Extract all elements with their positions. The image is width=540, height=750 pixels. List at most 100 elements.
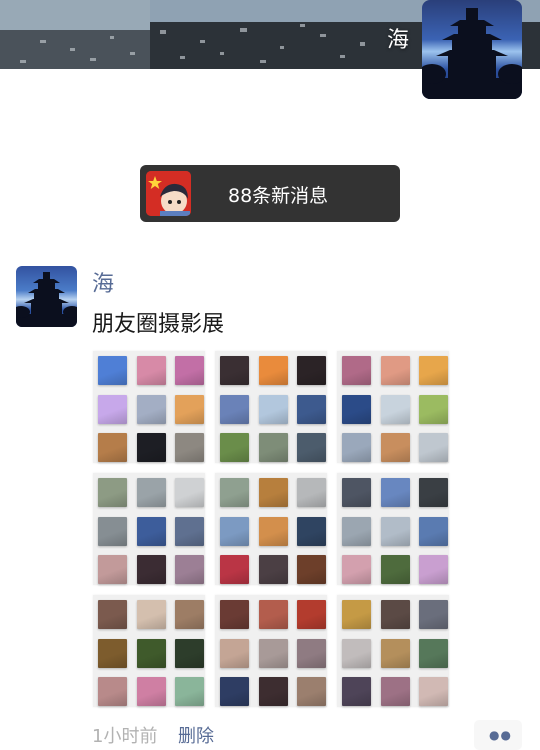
photo-thumbnail[interactable] [98, 638, 127, 668]
more-actions-button[interactable]: ●● [474, 720, 522, 750]
photo-thumbnail[interactable] [98, 677, 127, 706]
photo-thumbnail[interactable] [220, 356, 249, 385]
photo-thumbnail[interactable] [175, 555, 204, 584]
owner-avatar[interactable] [422, 0, 522, 99]
photo-thumbnail[interactable] [342, 394, 371, 424]
photo-thumbnail[interactable] [175, 478, 204, 507]
photo-thumbnail[interactable] [297, 677, 326, 706]
photo-thumbnail[interactable] [175, 516, 204, 546]
photo-thumbnail[interactable] [342, 433, 371, 462]
photo-thumbnail[interactable] [175, 356, 204, 385]
photo-thumbnail[interactable] [380, 555, 410, 584]
photo-thumbnail[interactable] [419, 394, 448, 424]
photo-thumbnail[interactable] [136, 433, 166, 462]
photo-thumbnail[interactable] [342, 555, 371, 584]
photo-thumbnail[interactable] [220, 555, 249, 584]
photo-thumbnail[interactable] [136, 356, 166, 385]
photo-grid-block[interactable] [93, 473, 205, 585]
photo-grid-block[interactable] [337, 473, 449, 585]
photo-thumbnail[interactable] [419, 356, 448, 385]
photo-thumbnail[interactable] [297, 638, 326, 668]
photo-thumbnail[interactable] [136, 478, 166, 507]
photo-thumbnail[interactable] [98, 478, 127, 507]
photo-thumbnail[interactable] [419, 677, 448, 706]
photo-thumbnail[interactable] [220, 638, 249, 668]
photo-thumbnail[interactable] [220, 516, 249, 546]
photo-thumbnail[interactable] [258, 555, 288, 584]
photo-thumbnail[interactable] [258, 478, 288, 507]
photo-thumbnail[interactable] [136, 638, 166, 668]
photo-thumbnail[interactable] [380, 638, 410, 668]
photo-thumbnail[interactable] [98, 394, 127, 424]
photo-thumbnail[interactable] [419, 600, 448, 629]
photo-thumbnail[interactable] [380, 433, 410, 462]
photo-thumbnail[interactable] [342, 516, 371, 546]
photo-thumbnail[interactable] [98, 516, 127, 546]
photo-thumbnail[interactable] [175, 433, 204, 462]
post-author-name[interactable]: 海 [92, 266, 114, 298]
photo-thumbnail[interactable] [419, 516, 448, 546]
photo-thumbnail[interactable] [175, 600, 204, 629]
photo-thumbnail[interactable] [419, 433, 448, 462]
photo-thumbnail[interactable] [258, 638, 288, 668]
photo-thumbnail[interactable] [258, 433, 288, 462]
photo-thumbnail[interactable] [297, 433, 326, 462]
photo-thumbnail[interactable] [98, 600, 127, 629]
photo-thumbnail[interactable] [342, 356, 371, 385]
photo-thumbnail[interactable] [258, 356, 288, 385]
photo-thumbnail[interactable] [98, 555, 127, 584]
photo-thumbnail[interactable] [380, 600, 410, 629]
photo-thumbnail[interactable] [136, 600, 166, 629]
photo-thumbnail[interactable] [297, 394, 326, 424]
photo-thumbnail[interactable] [258, 516, 288, 546]
photo-thumbnail[interactable] [258, 394, 288, 424]
photo-thumbnail[interactable] [342, 677, 371, 706]
photo-grid-block[interactable] [215, 473, 327, 585]
photo-thumbnail[interactable] [136, 516, 166, 546]
photo-grid-block[interactable] [93, 351, 205, 463]
photo-thumbnail[interactable] [220, 433, 249, 462]
photo-grid-block[interactable] [215, 595, 327, 707]
photo-thumbnail[interactable] [220, 478, 249, 507]
photo-thumbnail[interactable] [98, 356, 127, 385]
photo-thumbnail[interactable] [419, 555, 448, 584]
photo-thumbnail[interactable] [175, 638, 204, 668]
photo-thumbnail[interactable] [380, 394, 410, 424]
photo-thumbnail[interactable] [380, 516, 410, 546]
photo-thumbnail[interactable] [258, 677, 288, 706]
two-dots-icon: ●● [489, 728, 512, 742]
photo-thumbnail[interactable] [136, 555, 166, 584]
photo-thumbnail[interactable] [297, 600, 326, 629]
pagoda-silhouette-image [16, 272, 77, 327]
photo-thumbnail[interactable] [220, 394, 249, 424]
photo-thumbnail[interactable] [342, 478, 371, 507]
photo-thumbnail[interactable] [136, 394, 166, 424]
photo-thumbnail[interactable] [136, 677, 166, 706]
photo-grid-block[interactable] [337, 351, 449, 463]
delete-link[interactable]: 删除 [178, 722, 214, 748]
photo-collage[interactable] [93, 351, 449, 708]
photo-thumbnail[interactable] [380, 356, 410, 385]
post-author-avatar[interactable] [16, 266, 77, 327]
photo-thumbnail[interactable] [342, 600, 371, 629]
photo-thumbnail[interactable] [98, 433, 127, 462]
photo-thumbnail[interactable] [297, 516, 326, 546]
photo-thumbnail[interactable] [175, 677, 204, 706]
photo-thumbnail[interactable] [380, 677, 410, 706]
photo-thumbnail[interactable] [297, 478, 326, 507]
new-messages-banner[interactable]: 88条新消息 [140, 165, 400, 222]
photo-thumbnail[interactable] [297, 356, 326, 385]
photo-thumbnail[interactable] [342, 638, 371, 668]
photo-grid-block[interactable] [93, 595, 205, 707]
photo-grid-block[interactable] [215, 351, 327, 463]
photo-thumbnail[interactable] [380, 478, 410, 507]
photo-thumbnail[interactable] [419, 638, 448, 668]
owner-name[interactable]: 海 [387, 22, 409, 54]
photo-thumbnail[interactable] [175, 394, 204, 424]
photo-grid-block[interactable] [337, 595, 449, 707]
photo-thumbnail[interactable] [220, 677, 249, 706]
photo-thumbnail[interactable] [220, 600, 249, 629]
photo-thumbnail[interactable] [419, 478, 448, 507]
photo-thumbnail[interactable] [258, 600, 288, 629]
photo-thumbnail[interactable] [297, 555, 326, 584]
